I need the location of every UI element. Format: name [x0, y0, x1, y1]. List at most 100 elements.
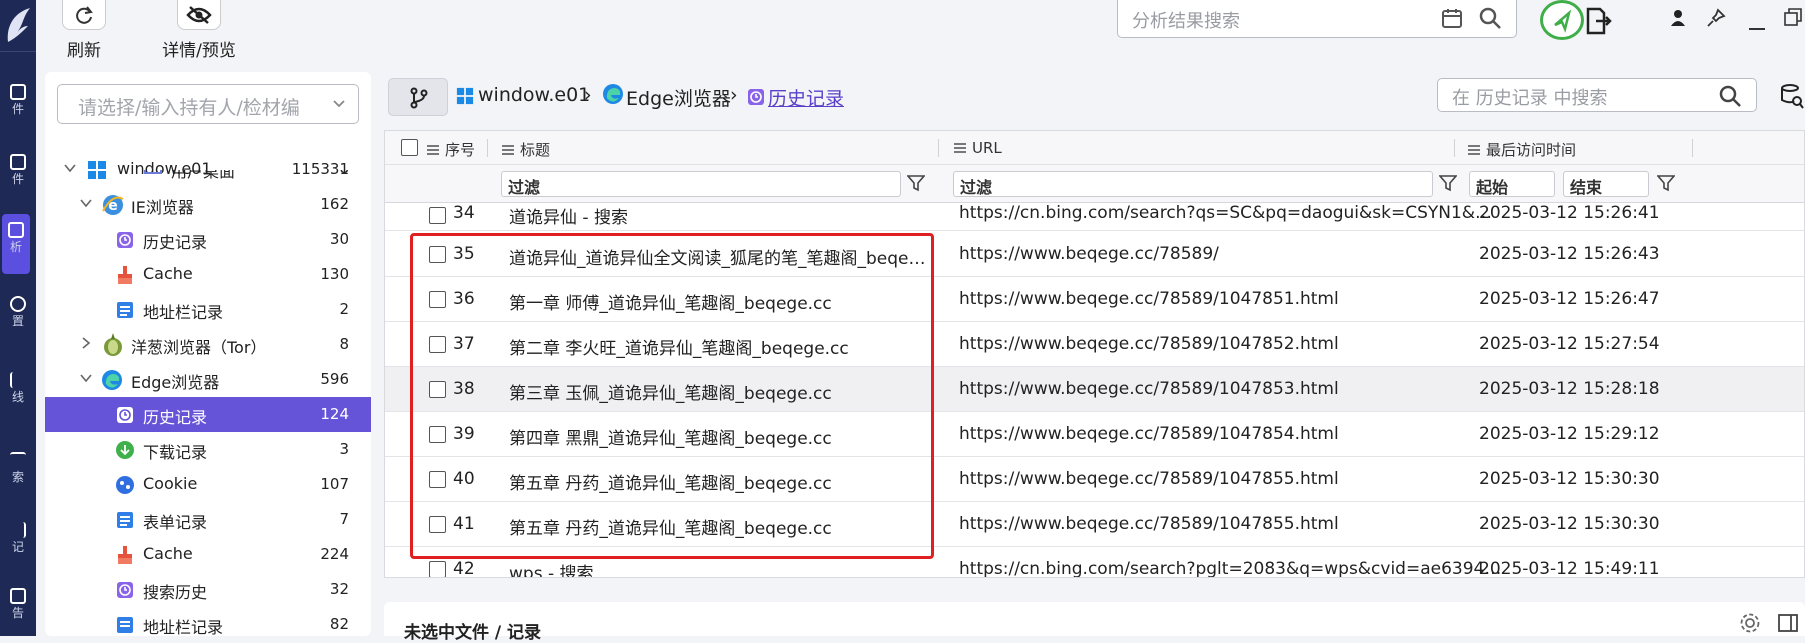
- history-search-input[interactable]: 在 历史记录 中搜索: [1437, 78, 1757, 112]
- row-checkbox[interactable]: [429, 291, 446, 308]
- chevron-down-icon[interactable]: [79, 370, 93, 389]
- tree-item-edge-addressbar[interactable]: 地址栏记录 82: [45, 607, 371, 636]
- tree-item-tor[interactable]: 洋葱浏览器（Tor） 8: [45, 327, 371, 362]
- url-filter-input[interactable]: 过滤: [953, 171, 1433, 197]
- table-row[interactable]: 39 第四章 黑鼎_道诡异仙_笔趣阁_beqege.cc https://www…: [385, 412, 1804, 457]
- column-title[interactable]: 标题: [502, 139, 550, 160]
- refresh-button[interactable]: 刷新: [62, 0, 106, 61]
- owner-select[interactable]: 请选择/输入持有人/检材编: [57, 84, 359, 124]
- start-time-filter[interactable]: 起始: [1469, 171, 1555, 197]
- search-icon[interactable]: [1478, 6, 1502, 34]
- tree-item-ie-cache[interactable]: Cache 130: [45, 257, 371, 292]
- chevron-right-icon[interactable]: [79, 335, 93, 354]
- filter-row: 过滤 过滤 起始 结束: [385, 165, 1804, 203]
- row-checkbox[interactable]: [429, 471, 446, 488]
- result-search-input[interactable]: 分析结果搜索: [1117, 0, 1517, 38]
- cookie-icon: [115, 475, 135, 495]
- branch-button[interactable]: [388, 78, 448, 116]
- row-checkbox[interactable]: [429, 336, 446, 353]
- column-menu-icon: [954, 143, 966, 153]
- calendar-icon[interactable]: [1440, 6, 1464, 34]
- nav-item-4[interactable]: 置: [0, 288, 36, 348]
- edge-icon: [101, 369, 123, 391]
- tree-item-desktop[interactable]: 用户桌面 8: [45, 170, 371, 186]
- chevron-down-icon[interactable]: [79, 195, 93, 214]
- windows-icon: [456, 87, 474, 109]
- desktop-icon: [143, 170, 163, 180]
- tree-item-ie-addressbar[interactable]: 地址栏记录 2: [45, 292, 371, 327]
- export-icon[interactable]: [1584, 6, 1612, 40]
- title-filter-input[interactable]: 过滤: [501, 171, 901, 197]
- refresh-icon: [62, 0, 106, 30]
- column-divider[interactable]: [1454, 139, 1455, 157]
- navigate-icon: [1554, 9, 1572, 33]
- pin-icon[interactable]: [1706, 8, 1726, 32]
- database-search-icon[interactable]: [1780, 82, 1804, 114]
- table-row[interactable]: 40 第五章 丹药_道诡异仙_笔趣阁_beqege.cc https://www…: [385, 457, 1804, 502]
- row-checkbox[interactable]: [429, 426, 446, 443]
- detail-panel: 未选中文件 / 记录: [384, 602, 1805, 643]
- row-checkbox[interactable]: [429, 381, 446, 398]
- table-row[interactable]: 37 第二章 李火旺_道诡异仙_笔趣阁_beqege.cc https://ww…: [385, 322, 1804, 367]
- nav-item-1[interactable]: 件: [0, 76, 36, 136]
- panel-toggle-icon[interactable]: [1777, 612, 1799, 638]
- tree-item-edge[interactable]: Edge浏览器 596: [45, 362, 371, 397]
- gear-icon[interactable]: [1739, 612, 1761, 638]
- user-icon[interactable]: [1668, 8, 1688, 32]
- eye-off-icon: [177, 0, 221, 30]
- end-time-filter[interactable]: 结束: [1563, 171, 1649, 197]
- tree-item-edge-cache[interactable]: Cache 224: [45, 537, 371, 572]
- row-checkbox[interactable]: [429, 246, 446, 263]
- locate-button[interactable]: [1540, 0, 1584, 40]
- breadcrumb-sep: ›: [584, 84, 592, 106]
- tree-item-edge-forms[interactable]: 表单记录 7: [45, 502, 371, 537]
- timeline-icon: [10, 372, 26, 388]
- nav-item-2[interactable]: 件: [0, 146, 36, 206]
- table-row[interactable]: 42 wps - 搜索 https://cn.bing.com/search?p…: [385, 547, 1804, 577]
- nav-item-8[interactable]: 告: [0, 580, 36, 640]
- column-divider[interactable]: [1692, 139, 1693, 157]
- tor-icon: [101, 331, 125, 357]
- restore-icon[interactable]: [1784, 8, 1802, 30]
- filter-icon[interactable]: [1438, 174, 1458, 196]
- nav-item-7[interactable]: 记: [0, 514, 36, 574]
- table-row[interactable]: 41 第五章 丹药_道诡异仙_笔趣阁_beqege.cc https://www…: [385, 502, 1804, 547]
- nav-item-5[interactable]: 线: [0, 364, 36, 424]
- column-divider[interactable]: [487, 139, 488, 157]
- breadcrumb-middle[interactable]: Edge浏览器: [626, 84, 731, 111]
- table-row[interactable]: 36 第一章 师傅_道诡异仙_笔趣阁_beqege.cc https://www…: [385, 277, 1804, 322]
- table-row[interactable]: 35 道诡异仙_道诡异仙全文阅读_狐尾的笔_笔趣阁_beqe… https://…: [385, 232, 1804, 277]
- column-last-visit[interactable]: 最后访问时间: [1468, 139, 1576, 160]
- row-checkbox[interactable]: [429, 561, 446, 577]
- nav-item-6[interactable]: 索: [0, 444, 36, 504]
- column-num[interactable]: 序号: [427, 139, 475, 160]
- table-row[interactable]: 38 第三章 玉佩_道诡异仙_笔趣阁_beqege.cc https://www…: [385, 367, 1804, 412]
- tree-item-edge-downloads[interactable]: 下载记录 3: [45, 432, 371, 467]
- filter-icon[interactable]: [906, 174, 926, 196]
- detail-preview-button[interactable]: 详情/预览: [124, 0, 274, 61]
- history-icon: [115, 580, 135, 600]
- branch-icon: [410, 87, 428, 109]
- breadcrumb-current[interactable]: 历史记录: [768, 84, 844, 111]
- select-all-checkbox[interactable]: [401, 139, 418, 156]
- toolbar: 刷新 详情/预览 分析结果搜索: [36, 0, 1805, 62]
- column-divider[interactable]: [938, 139, 939, 157]
- analysis-icon: [8, 222, 24, 238]
- file-icon: [10, 84, 26, 100]
- nav-item-analysis[interactable]: 析: [2, 214, 30, 274]
- row-checkbox[interactable]: [429, 516, 446, 533]
- tree-item-ie[interactable]: e IE浏览器 162: [45, 187, 371, 222]
- search-icon[interactable]: [1718, 84, 1742, 112]
- minimize-icon[interactable]: [1748, 16, 1766, 35]
- list-icon: [115, 615, 135, 635]
- table-row[interactable]: 34 道诡异仙 - 搜索 https://cn.bing.com/search?…: [385, 203, 1804, 231]
- tree-item-ie-history[interactable]: 历史记录 30: [45, 222, 371, 257]
- row-checkbox[interactable]: [429, 207, 446, 224]
- column-menu-icon: [427, 145, 439, 155]
- column-url[interactable]: URL: [954, 139, 1002, 157]
- tree-item-edge-search-history[interactable]: 搜索历史 32: [45, 572, 371, 607]
- filter-icon[interactable]: [1656, 174, 1676, 196]
- breadcrumb-root[interactable]: window.e01: [478, 84, 590, 106]
- tree-item-edge-history[interactable]: 历史记录 124: [45, 397, 371, 432]
- tree-item-edge-cookie[interactable]: Cookie 107: [45, 467, 371, 502]
